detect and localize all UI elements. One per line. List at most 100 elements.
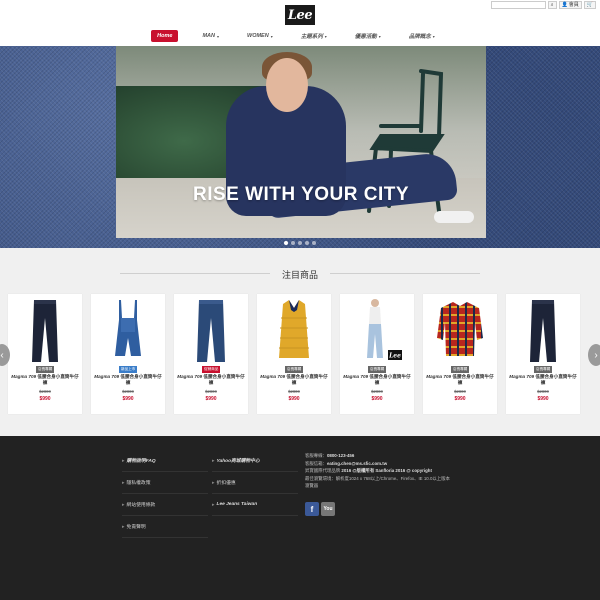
nav-women[interactable]: WOMEN ▾ [233, 30, 287, 42]
chevron-left-icon: ‹ [0, 349, 4, 361]
chevron-right-icon: ▸ [212, 457, 215, 464]
search-input[interactable] [490, 1, 546, 9]
search-button[interactable]: ⌕ [547, 1, 557, 9]
product-original-price: $2800 [454, 389, 466, 394]
chevron-right-icon: › [594, 349, 598, 361]
slider-dot[interactable] [305, 241, 309, 245]
product-sale-price: $990 [537, 396, 549, 402]
carousel-next-button[interactable]: › [588, 344, 600, 366]
product-original-price: $2800 [205, 389, 217, 394]
product-carousel: 店長專屬 Magma 709 低腰合身小直筒牛仔褲 $2800 $990 新品上市 Mag… [8, 294, 600, 416]
chevron-down-icon: ▾ [324, 33, 327, 39]
product-name[interactable]: Magma 709 低腰合身小直筒牛仔褲 [259, 374, 329, 386]
product-name[interactable]: Magma 709 低腰合身小直筒牛仔褲 [93, 374, 163, 386]
youtube-icon[interactable]: You [321, 502, 335, 516]
chevron-right-icon: ▸ [122, 479, 125, 486]
member-button[interactable]: 👤 會員 [558, 1, 582, 9]
product-image[interactable]: Lee [350, 298, 404, 364]
chevron-right-icon: ▸ [122, 523, 125, 530]
product-image[interactable] [184, 298, 238, 364]
product-sale-price: $990 [371, 396, 383, 402]
slider-dot[interactable] [284, 241, 288, 245]
brand-logo[interactable]: Lee [285, 5, 315, 25]
slider-dot[interactable] [298, 241, 302, 245]
product-sale-price: $990 [288, 396, 300, 402]
product-sale-price: $990 [39, 396, 51, 402]
product-card[interactable]: 促銷商品 Magma 709 低腰合身小直筒牛仔褲 $2800 $990 [174, 294, 248, 414]
product-badge: 店長專屬 [285, 366, 304, 373]
lee-logo-text: Lee [388, 353, 401, 360]
product-image[interactable] [516, 298, 570, 364]
slider-dots [0, 241, 600, 245]
contact-info: 客服專線：0800-123-456 客服信箱：eating.chen@ms.sf… [305, 453, 450, 489]
chevron-down-icon: ▾ [378, 33, 381, 39]
footer-link-disclaimer[interactable]: ▸ 免責聲明 [122, 516, 208, 538]
product-badge: 新品上市 [119, 366, 138, 373]
chevron-down-icon: ▾ [432, 33, 435, 39]
product-original-price: $2800 [122, 389, 134, 394]
product-badge: 店長專屬 [534, 366, 553, 373]
product-sale-price: $990 [205, 396, 217, 402]
footer-link-privacy[interactable]: ▸ 隱私權政策 [122, 472, 208, 494]
site-footer: ▸ 購物說明FAQ ▸ 隱私權政策 ▸ 網站使用條款 ▸ 免責聲明 ▸ Yahoo商城購物… [0, 436, 600, 600]
product-original-price: $2800 [537, 389, 549, 394]
top-utility-bar: ⌕ 👤 會員 🛒 [490, 0, 600, 10]
search-icon: ⌕ [550, 2, 554, 8]
product-name[interactable]: Magma 709 低腰合身小直筒牛仔褲 [10, 374, 80, 386]
hero-slide-image[interactable]: RISE WITH YOUR CITY [116, 46, 486, 238]
nav-home[interactable]: Home [151, 30, 179, 42]
product-card[interactable]: Lee 店長專屬 Magma 709 低腰合身小直筒牛仔褲 $2800 $990 [340, 294, 414, 414]
chevron-right-icon: ▸ [122, 501, 125, 508]
footer-links-col1: ▸ 購物說明FAQ ▸ 隱私權政策 ▸ 網站使用條款 ▸ 免責聲明 [122, 450, 208, 538]
nav-themes[interactable]: 主題系列 ▾ [287, 30, 341, 42]
product-original-price: $2800 [371, 389, 383, 394]
product-card[interactable]: 店長專屬 Magma 709 低腰合身小直筒牛仔褲 $2800 $990 [8, 294, 82, 414]
slider-dot[interactable] [291, 241, 295, 245]
footer-link-yahoo[interactable]: ▸ Yahoo商城購物中心 [212, 450, 298, 472]
product-image[interactable] [267, 298, 321, 364]
product-original-price: $2800 [288, 389, 300, 394]
cart-button[interactable]: 🛒 [583, 1, 596, 9]
footer-link-lee-taiwan[interactable]: ▸ Lee Jeans Taiwan [212, 494, 298, 516]
chevron-right-icon: ▸ [212, 479, 215, 486]
hero-headline: RISE WITH YOUR CITY [192, 184, 410, 205]
product-image[interactable] [101, 298, 155, 364]
product-badge: 店長專屬 [36, 366, 55, 373]
product-badge: 店長專屬 [451, 366, 470, 373]
main-nav: Home MAN ▾ WOMEN ▾ 主題系列 ▾ 優惠活動 ▾ 品牌概念 ▾ [0, 30, 600, 42]
product-card[interactable]: 新品上市 Magma 709 低腰合身小直筒牛仔褲 $2800 $990 [91, 294, 165, 414]
product-badge: 促銷商品 [202, 366, 221, 373]
hero-banner[interactable]: RISE WITH YOUR CITY [0, 46, 600, 248]
product-badge: 店長專屬 [368, 366, 387, 373]
chevron-right-icon: ▸ [122, 457, 125, 464]
phone-number: 0800-123-456 [326, 453, 355, 458]
product-sale-price: $990 [122, 396, 134, 402]
product-card[interactable]: 店長專屬 Magma 709 低腰合身小直筒牛仔褲 $2800 $990 [423, 294, 497, 414]
footer-link-discounts[interactable]: ▸ 折扣優惠 [212, 472, 298, 494]
chevron-down-icon: ▾ [216, 33, 219, 39]
product-card[interactable]: 店長專屬 Magma 709 低腰合身小直筒牛仔褲 $2800 $990 [257, 294, 331, 414]
product-name[interactable]: Magma 709 低腰合身小直筒牛仔褲 [508, 374, 578, 386]
footer-link-faq[interactable]: ▸ 購物說明FAQ [122, 450, 208, 472]
product-name[interactable]: Magma 709 低腰合身小直筒牛仔褲 [425, 374, 495, 386]
nav-brand[interactable]: 品牌概念 ▾ [395, 30, 449, 42]
nav-promotions[interactable]: 優惠活動 ▾ [341, 30, 395, 42]
slider-dot[interactable] [312, 241, 316, 245]
footer-links-col2: ▸ Yahoo商城購物中心 ▸ 折扣優惠 ▸ Lee Jeans Taiwan [212, 450, 298, 516]
cart-icon: 🛒 [586, 2, 593, 8]
product-image[interactable] [433, 298, 487, 364]
product-original-price: $2800 [39, 389, 51, 394]
product-image[interactable] [18, 298, 72, 364]
product-name[interactable]: Magma 709 低腰合身小直筒牛仔褲 [176, 374, 246, 386]
facebook-icon[interactable]: f [305, 502, 319, 516]
section-title: 注目商品 [281, 270, 318, 280]
user-icon: 👤 [561, 2, 568, 8]
chevron-right-icon: ▸ [212, 501, 215, 508]
product-name[interactable]: Magma 709 低腰合身小直筒牛仔褲 [342, 374, 412, 386]
footer-link-terms[interactable]: ▸ 網站使用條款 [122, 494, 208, 516]
email-link[interactable]: eating.chen@ms.sfic.com.tw [327, 461, 387, 466]
nav-man[interactable]: MAN ▾ [188, 30, 233, 42]
chevron-down-icon: ▾ [270, 33, 273, 39]
product-card[interactable]: 店長專屬 Magma 709 低腰合身小直筒牛仔褲 $2800 $990 [506, 294, 580, 414]
featured-section: 注目商品 店長專屬 Magma 709 低腰合身小直筒牛仔褲 $2800 $990 新品… [0, 248, 600, 436]
